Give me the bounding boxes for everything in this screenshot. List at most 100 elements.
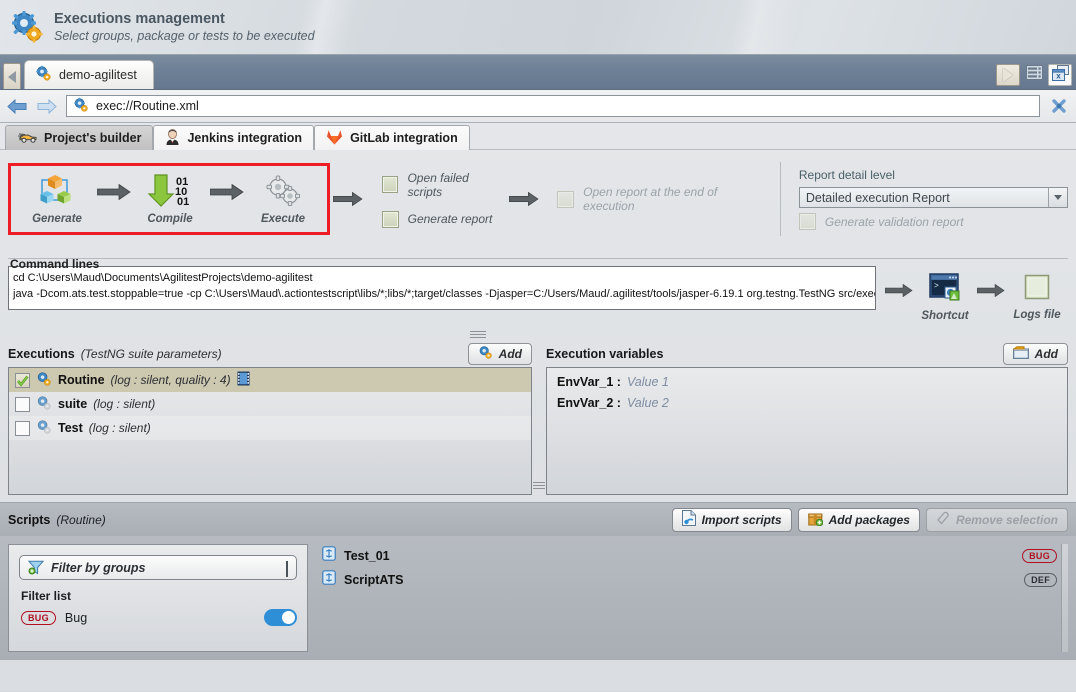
execution-name: Routine bbox=[58, 373, 105, 387]
tab-strip-buttons: x bbox=[996, 64, 1076, 89]
execute-step-label: Execute bbox=[260, 213, 306, 225]
address-url-text: exec://Routine.xml bbox=[96, 99, 199, 113]
close-all-tabs-button[interactable]: x bbox=[1048, 64, 1072, 86]
remove-selection-button[interactable]: Remove selection bbox=[925, 507, 1068, 532]
remove-selection-label: Remove selection bbox=[955, 512, 1058, 527]
execution-variables-list[interactable]: EnvVar_1 : Value 1 EnvVar_2 : Value 2 bbox=[546, 367, 1068, 495]
logs-file-button[interactable]: Logs file bbox=[1006, 273, 1068, 321]
option-open-failed-scripts-label: Open failed scripts bbox=[407, 170, 469, 199]
gears-icon bbox=[264, 173, 302, 209]
command-lines-legend: Command lines bbox=[10, 257, 100, 271]
checkbox-open-failed-scripts[interactable] bbox=[381, 176, 399, 193]
import-file-icon bbox=[681, 510, 696, 529]
execution-variables-add-button[interactable]: Add bbox=[1002, 342, 1068, 365]
binary-arrow-icon: 01 10 01 bbox=[147, 173, 193, 209]
scripts-scrollbar[interactable] bbox=[1061, 544, 1068, 652]
report-detail-level-select[interactable]: Detailed execution Report bbox=[798, 187, 1068, 208]
option-open-report-end[interactable]: Open report at the end of execution bbox=[557, 185, 770, 213]
windows-close-icon: x bbox=[1051, 64, 1069, 86]
command-line-1: cd C:\Users\Maud\Documents\AgilitestProj… bbox=[13, 272, 313, 284]
tab-projects-builder[interactable]: Project's builder bbox=[5, 125, 154, 150]
flow-arrow-4 bbox=[506, 192, 542, 206]
list-item[interactable]: EnvVar_1 : Value 1 bbox=[547, 368, 1067, 389]
filter-item-bug[interactable]: BUG Bug bbox=[19, 609, 297, 626]
chevron-down-icon[interactable] bbox=[286, 560, 288, 577]
report-detail-level-title: Report detail level bbox=[798, 168, 895, 182]
execution-meta: (log : silent, quality : 4) bbox=[110, 373, 231, 387]
compile-step-button[interactable]: 01 10 01 Compile bbox=[136, 173, 204, 225]
tab-gitlab-integration-label: GitLab integration bbox=[350, 131, 458, 145]
checkbox-generate-report[interactable] bbox=[381, 210, 399, 228]
import-scripts-button[interactable]: Import scripts bbox=[671, 507, 792, 532]
report-options: Open failed scripts Generate report bbox=[366, 163, 506, 235]
option-generate-validation-report[interactable]: Generate validation report bbox=[798, 213, 1068, 230]
gears-icon bbox=[36, 419, 52, 438]
row-checkbox-routine[interactable] bbox=[15, 372, 30, 388]
main-panel: Project's builder Jenkins integration Gi… bbox=[0, 123, 1076, 691]
checkbox-open-report-end[interactable] bbox=[557, 190, 575, 208]
status-badge: BUG bbox=[21, 610, 56, 625]
report-detail-level-value: Detailed execution Report bbox=[805, 190, 950, 205]
filter-by-groups-label: Filter by groups bbox=[51, 560, 146, 575]
option-open-report-end-label: Open report at the end of execution bbox=[583, 185, 718, 213]
executions-add-button[interactable]: Add bbox=[467, 342, 532, 365]
table-row[interactable]: Routine (log : silent, quality : 4) bbox=[9, 368, 531, 392]
script-icon bbox=[322, 570, 336, 590]
row-checkbox-test[interactable] bbox=[15, 420, 30, 436]
shortcut-button[interactable]: > Shortcut bbox=[914, 272, 976, 322]
open-report-option-wrap: Open report at the end of execution bbox=[541, 163, 770, 235]
gears-icon bbox=[35, 65, 52, 85]
option-generate-validation-report-label: Generate validation report bbox=[824, 214, 964, 229]
scripts-body: Filter by groups Filter list BUG Bug Tes… bbox=[0, 536, 1076, 660]
project-tab-demo-agilitest[interactable]: demo-agilitest bbox=[24, 60, 154, 89]
close-cross-icon[interactable] bbox=[1048, 95, 1070, 117]
page-title: Executions management bbox=[54, 10, 225, 27]
list-item[interactable]: Test_01 BUG bbox=[322, 544, 1061, 568]
play-button[interactable] bbox=[996, 64, 1020, 86]
arrow-right-icon[interactable] bbox=[36, 96, 58, 116]
generate-step-button[interactable]: Generate bbox=[23, 173, 91, 225]
option-open-failed-scripts[interactable]: Open failed scripts bbox=[381, 170, 506, 199]
list-view-button[interactable] bbox=[1022, 64, 1046, 86]
execute-step-button[interactable]: Execute bbox=[249, 173, 317, 225]
gears-icon bbox=[36, 395, 52, 414]
tab-scroll-left-button[interactable] bbox=[3, 63, 21, 89]
project-tab-label: demo-agilitest bbox=[59, 68, 137, 82]
list-item[interactable]: EnvVar_2 : Value 2 bbox=[547, 389, 1067, 410]
svg-text:x: x bbox=[1056, 71, 1061, 80]
arrow-left-icon[interactable] bbox=[6, 96, 28, 116]
tab-projects-builder-label: Project's builder bbox=[44, 131, 142, 145]
chevron-down-icon[interactable] bbox=[1048, 188, 1067, 207]
list-item[interactable]: ScriptATS DEF bbox=[322, 568, 1061, 592]
filter-item-toggle[interactable] bbox=[264, 609, 297, 626]
variable-name: EnvVar_2 : bbox=[557, 396, 621, 410]
command-resize-grip[interactable] bbox=[8, 331, 1068, 340]
table-row[interactable]: suite (log : silent) bbox=[9, 392, 531, 416]
checkbox-generate-validation-report[interactable] bbox=[798, 213, 816, 230]
address-bar: exec://Routine.xml bbox=[0, 90, 1076, 123]
header-text-block: Executions management Select groups, pac… bbox=[54, 11, 315, 44]
executions-and-variables: Executions (TestNG suite parameters) Add bbox=[0, 340, 1076, 495]
status-badge: BUG bbox=[1022, 549, 1057, 563]
filter-by-groups-select[interactable]: Filter by groups bbox=[19, 555, 297, 580]
table-row[interactable]: Test (log : silent) bbox=[9, 416, 531, 440]
executions-title: Executions bbox=[8, 346, 75, 361]
command-lines-textarea[interactable]: cd C:\Users\Maud\Documents\AgilitestProj… bbox=[8, 266, 876, 310]
tab-jenkins-integration[interactable]: Jenkins integration bbox=[153, 125, 315, 150]
panel-splitter[interactable] bbox=[532, 340, 546, 495]
logs-file-icon bbox=[1023, 273, 1051, 306]
generate-compile-execute-highlight: Generate 01 10 01 Compile Execute bbox=[8, 163, 330, 235]
command-side-actions: > Shortcut Logs file bbox=[876, 266, 1068, 328]
tab-gitlab-integration[interactable]: GitLab integration bbox=[314, 125, 470, 150]
option-generate-report[interactable]: Generate report bbox=[381, 210, 506, 228]
executions-list[interactable]: Routine (log : silent, quality : 4) suit… bbox=[8, 367, 532, 495]
add-packages-button[interactable]: Add packages bbox=[797, 507, 920, 532]
application-window: Executions management Select groups, pac… bbox=[0, 0, 1076, 692]
import-scripts-label: Import scripts bbox=[701, 512, 782, 527]
command-line-2: java -Dcom.ats.test.stoppable=true -cp C… bbox=[13, 288, 876, 300]
script-name: Test_01 bbox=[344, 549, 390, 563]
row-checkbox-suite[interactable] bbox=[15, 396, 30, 412]
address-input[interactable]: exec://Routine.xml bbox=[66, 95, 1040, 117]
film-strip-icon[interactable] bbox=[237, 371, 250, 389]
eraser-icon bbox=[936, 511, 950, 528]
